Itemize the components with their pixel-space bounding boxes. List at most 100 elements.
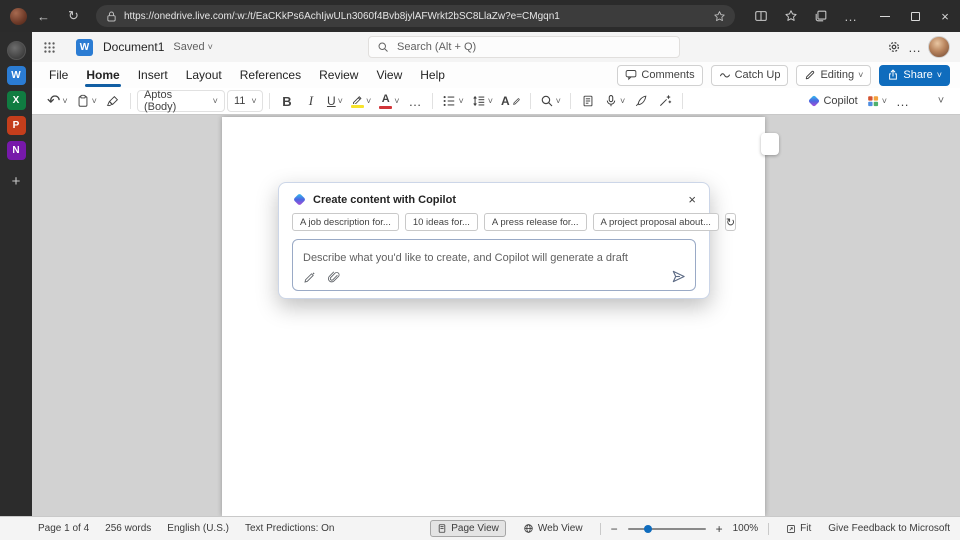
add-ins-button[interactable]: ˅	[863, 89, 890, 113]
word-logo[interactable]: W	[76, 39, 93, 56]
saved-status[interactable]: Saved	[173, 41, 204, 53]
font-name-dropdown[interactable]: Aptos (Body) ˅	[137, 90, 225, 112]
minimize-button[interactable]	[870, 0, 900, 32]
font-color-button[interactable]: A ˅	[376, 89, 402, 113]
avatar[interactable]	[928, 36, 950, 58]
paste-button[interactable]: ˅	[73, 89, 100, 113]
ribbon-collapse-button[interactable]: ˅	[930, 89, 952, 113]
share-button[interactable]: Share ˅	[879, 65, 950, 86]
undo-button[interactable]: ↶˅	[44, 89, 71, 113]
header-more-button[interactable]: …	[908, 40, 921, 55]
zoom-level[interactable]: 100%	[733, 523, 759, 534]
line-spacing-button[interactable]: ˅	[469, 89, 496, 113]
catch-up-button[interactable]: Catch Up	[711, 65, 789, 86]
back-button[interactable]: ←	[30, 3, 57, 30]
settings-gear-icon[interactable]	[887, 40, 901, 54]
tab-insert[interactable]: Insert	[129, 63, 177, 88]
sidebar-item-onenote[interactable]: N	[7, 141, 26, 160]
compose-pencil-icon[interactable]	[303, 271, 316, 284]
attach-paperclip-icon[interactable]	[327, 271, 340, 284]
collections-button[interactable]	[807, 3, 834, 30]
lock-icon	[105, 10, 118, 23]
sidebar-item-m365[interactable]	[7, 41, 26, 60]
margin-flyout-button[interactable]	[761, 133, 779, 155]
app-launcher-button[interactable]	[34, 32, 64, 62]
copilot-button[interactable]: Copilot	[804, 89, 860, 113]
tab-file[interactable]: File	[40, 63, 77, 88]
chevron-down-icon: ˅	[92, 97, 97, 106]
split-screen-button[interactable]	[747, 3, 774, 30]
tab-view[interactable]: View	[367, 63, 411, 88]
underline-button[interactable]: U˅	[324, 89, 346, 113]
highlight-color-button[interactable]: ˅	[348, 89, 374, 113]
zoom-slider[interactable]	[628, 523, 706, 535]
line-spacing-icon	[472, 94, 486, 108]
italic-button[interactable]: I	[300, 89, 322, 113]
zoom-in-button[interactable]: +	[716, 523, 723, 535]
fit-button[interactable]: Fit	[779, 520, 818, 537]
format-painter-button[interactable]	[102, 89, 124, 113]
toolbar-overflow-button[interactable]: …	[892, 89, 914, 113]
comments-button[interactable]: Comments	[617, 65, 702, 86]
review-pane-button[interactable]	[577, 89, 599, 113]
feedback-link[interactable]: Give Feedback to Microsoft	[828, 523, 950, 534]
prompt-placeholder: Describe what you'd like to create, and …	[303, 252, 628, 264]
browser-profile-icon[interactable]	[10, 8, 27, 25]
italic-label: I	[309, 93, 313, 109]
zoom-slider-thumb[interactable]	[644, 525, 652, 533]
zoom-out-button[interactable]: −	[611, 523, 618, 535]
favorites-star-icon[interactable]	[713, 10, 726, 23]
fit-icon	[786, 524, 796, 534]
tab-references[interactable]: References	[231, 63, 310, 88]
document-icon	[581, 94, 595, 108]
suggestion-chip[interactable]: 10 ideas for...	[405, 213, 478, 231]
page-view-button[interactable]: Page View	[430, 520, 506, 537]
tab-home[interactable]: Home	[77, 63, 128, 88]
font-overflow-button[interactable]: …	[404, 89, 426, 113]
text-predictions-status[interactable]: Text Predictions: On	[245, 523, 334, 534]
bold-button[interactable]: B	[276, 89, 298, 113]
font-size-dropdown[interactable]: 11 ˅	[227, 90, 263, 112]
tab-help[interactable]: Help	[411, 63, 454, 88]
suggestion-chip[interactable]: A project proposal about...	[593, 213, 719, 231]
send-button[interactable]	[671, 269, 686, 284]
refresh-suggestions-button[interactable]: ↻	[725, 213, 736, 231]
sidebar-add-button[interactable]: +	[12, 174, 21, 189]
word-count-status[interactable]: 256 words	[105, 523, 151, 534]
refresh-button[interactable]: ↻	[60, 3, 87, 30]
chevron-down-icon: ˅	[338, 97, 343, 106]
close-icon: ×	[941, 9, 949, 24]
tab-layout[interactable]: Layout	[177, 63, 231, 88]
document-page[interactable]	[222, 117, 765, 516]
editing-mode-dropdown[interactable]: Editing ˅	[796, 65, 871, 86]
close-icon[interactable]: ×	[688, 193, 696, 206]
close-button[interactable]: ×	[930, 0, 960, 32]
copilot-prompt-input[interactable]: Describe what you'd like to create, and …	[292, 239, 696, 291]
sidebar-item-excel[interactable]: X	[7, 91, 26, 110]
web-view-icon	[523, 523, 534, 534]
chevron-down-icon[interactable]: ˅	[208, 43, 213, 52]
suggestion-chip[interactable]: A job description for...	[292, 213, 399, 231]
search-box[interactable]	[368, 36, 680, 58]
sidebar-item-powerpoint[interactable]: P	[7, 116, 26, 135]
page-count-status[interactable]: Page 1 of 4	[38, 523, 89, 534]
sidebar-item-word[interactable]: W	[7, 66, 26, 85]
maximize-button[interactable]	[900, 0, 930, 32]
web-view-button[interactable]: Web View	[516, 520, 590, 537]
address-bar[interactable]: https://onedrive.live.com/:w:/t/EaCKkPs6…	[96, 5, 735, 27]
favorites-button[interactable]	[777, 3, 804, 30]
auto-format-button[interactable]	[654, 89, 676, 113]
tab-review[interactable]: Review	[310, 63, 367, 88]
editor-button[interactable]	[630, 89, 652, 113]
bullets-button[interactable]: ˅	[439, 89, 466, 113]
search-input[interactable]	[395, 40, 671, 54]
styles-letter: A	[501, 94, 510, 108]
word-logo-letter: W	[11, 70, 20, 81]
styles-button[interactable]: A	[498, 89, 524, 113]
language-status[interactable]: English (U.S.)	[167, 523, 229, 534]
suggestion-chip[interactable]: A press release for...	[484, 213, 587, 231]
find-button[interactable]: ˅	[537, 89, 564, 113]
document-title[interactable]: Document1	[103, 40, 164, 54]
dictate-button[interactable]: ˅	[601, 89, 628, 113]
browser-menu-button[interactable]: …	[837, 3, 864, 30]
